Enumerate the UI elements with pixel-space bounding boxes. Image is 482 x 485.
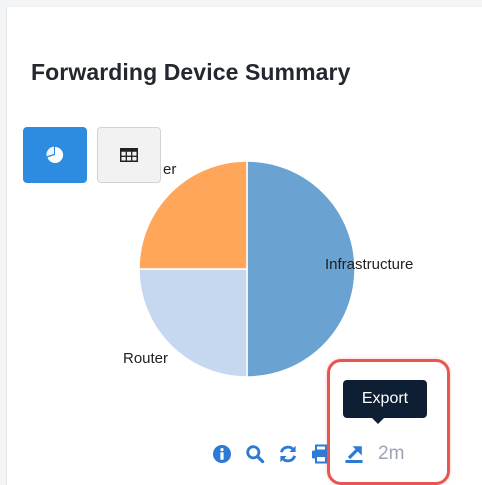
search-icon — [246, 445, 265, 464]
export-highlight-ring — [327, 359, 450, 485]
search-button[interactable] — [242, 441, 268, 467]
pie-chart-icon — [46, 146, 64, 163]
table-icon — [120, 148, 138, 162]
info-button[interactable] — [209, 441, 235, 467]
slice-label-router: Router — [123, 350, 169, 367]
slice-label-infrastructure: Infrastructure — [325, 256, 414, 273]
refresh-icon — [279, 445, 297, 463]
info-icon — [213, 445, 231, 463]
slice-label-other: er — [163, 161, 177, 178]
pie-chart-view-button[interactable] — [23, 127, 87, 183]
refresh-button[interactable] — [275, 441, 301, 467]
table-view-button[interactable] — [97, 127, 161, 183]
forwarding-device-summary-card: Forwarding Device Summary Infrastructure… — [6, 6, 482, 485]
